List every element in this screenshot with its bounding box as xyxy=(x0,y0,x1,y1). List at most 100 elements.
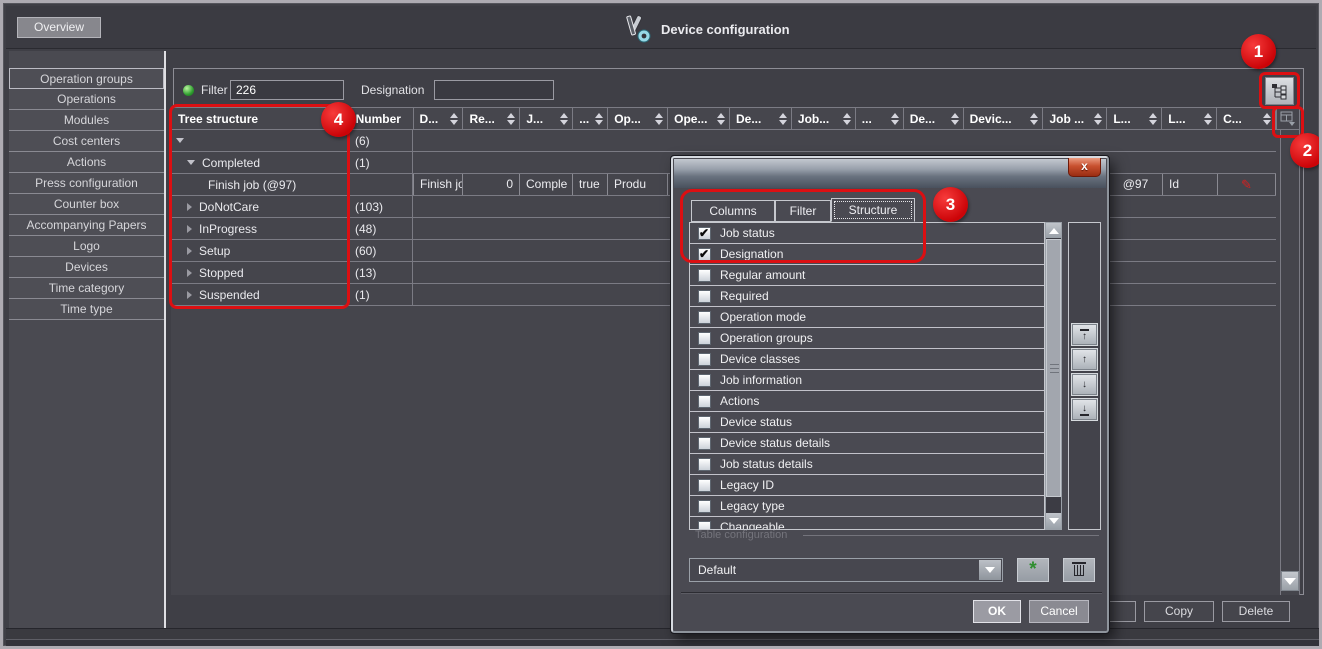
column-checkbox-row[interactable]: Required xyxy=(690,286,1044,307)
sidebar-item[interactable]: Operations xyxy=(9,89,164,110)
column-header[interactable]: L... xyxy=(1107,108,1162,129)
sidebar-item[interactable]: Counter box xyxy=(9,194,164,215)
table-scroll-down-button[interactable] xyxy=(1281,571,1299,591)
column-header[interactable]: Ope... xyxy=(668,108,730,129)
checkbox[interactable] xyxy=(698,458,711,471)
checkbox[interactable] xyxy=(698,332,711,345)
column-header[interactable]: Job... xyxy=(792,108,856,129)
sort-icon[interactable] xyxy=(507,113,515,125)
sidebar-item[interactable]: Devices xyxy=(9,257,164,278)
column-header[interactable]: De... xyxy=(904,108,964,129)
arrow-down-icon xyxy=(1284,578,1296,585)
ok-button[interactable]: OK xyxy=(973,600,1021,623)
sort-icon[interactable] xyxy=(951,113,959,125)
sort-icon[interactable] xyxy=(1263,113,1271,125)
sort-icon[interactable] xyxy=(450,113,458,125)
sidebar-item-label: Modules xyxy=(64,113,109,127)
sort-icon[interactable] xyxy=(891,113,899,125)
reorder-button-panel: ↑ ↑ ↓ ↓ xyxy=(1068,222,1101,530)
sort-icon[interactable] xyxy=(779,113,787,125)
column-checkbox-row[interactable]: Job information xyxy=(690,370,1044,391)
column-header[interactable]: D... xyxy=(414,108,464,129)
move-to-bottom-button[interactable]: ↓ xyxy=(1072,399,1097,420)
checkbox[interactable] xyxy=(698,374,711,387)
column-header[interactable]: Devic... xyxy=(964,108,1044,129)
delete-button[interactable]: Delete xyxy=(1222,601,1290,622)
sidebar-item[interactable]: Operation groups xyxy=(9,68,164,89)
sidebar-item-label: Time category xyxy=(49,281,125,295)
list-scroll-down-button[interactable] xyxy=(1046,513,1061,529)
column-checkbox-row[interactable]: Device classes xyxy=(690,349,1044,370)
sidebar-item-label: Press configuration xyxy=(35,176,138,190)
save-configuration-button[interactable]: * xyxy=(1017,558,1049,582)
sort-icon[interactable] xyxy=(595,113,603,125)
sort-icon[interactable] xyxy=(1149,113,1157,125)
column-header[interactable]: L... xyxy=(1162,108,1217,129)
dialog-list-scrollbar[interactable] xyxy=(1045,222,1062,530)
column-checkbox-row[interactable]: Operation mode xyxy=(690,307,1044,328)
table-vertical-scrollbar[interactable] xyxy=(1280,130,1300,595)
list-scroll-up-button[interactable] xyxy=(1046,223,1061,238)
column-header-label: De... xyxy=(910,112,935,126)
filter-label: Filter xyxy=(201,83,228,97)
table-configuration-select[interactable]: Default xyxy=(689,558,1003,582)
column-checkbox-row[interactable]: Device status xyxy=(690,412,1044,433)
sidebar-item[interactable]: Accompanying Papers xyxy=(9,215,164,236)
column-header[interactable]: ... xyxy=(573,108,608,129)
copy-button[interactable]: Copy xyxy=(1144,601,1214,622)
move-to-top-button[interactable]: ↑ xyxy=(1072,324,1097,345)
designation-input[interactable] xyxy=(434,80,554,100)
column-header[interactable]: Number xyxy=(350,108,414,129)
list-scroll-thumb[interactable] xyxy=(1046,239,1061,497)
delete-configuration-button[interactable] xyxy=(1063,558,1095,582)
filter-input[interactable] xyxy=(230,80,344,100)
checkbox[interactable] xyxy=(698,290,711,303)
cancel-button[interactable]: Cancel xyxy=(1029,600,1089,623)
column-header[interactable]: ... xyxy=(856,108,904,129)
column-checkbox-row[interactable]: Regular amount xyxy=(690,265,1044,286)
sidebar-item[interactable]: Press configuration xyxy=(9,173,164,194)
column-header[interactable]: Op... xyxy=(608,108,668,129)
column-checkbox-row[interactable]: Legacy ID xyxy=(690,475,1044,496)
star-icon: * xyxy=(1029,563,1036,577)
column-header[interactable]: J... xyxy=(520,108,573,129)
checkbox[interactable] xyxy=(698,500,711,513)
sidebar-item[interactable]: Time category xyxy=(9,278,164,299)
column-checkbox-row[interactable]: Job status details xyxy=(690,454,1044,475)
move-up-button[interactable]: ↑ xyxy=(1072,349,1097,370)
dialog-titlebar[interactable] xyxy=(674,159,1106,188)
sort-icon[interactable] xyxy=(843,113,851,125)
sidebar-item[interactable]: Time type xyxy=(9,299,164,320)
sort-icon[interactable] xyxy=(1094,113,1102,125)
dialog-close-button[interactable]: x xyxy=(1068,158,1101,177)
checkbox[interactable] xyxy=(698,395,711,408)
sidebar-item[interactable]: Logo xyxy=(9,236,164,257)
checkbox[interactable] xyxy=(698,269,711,282)
column-checkbox-row[interactable]: Operation groups xyxy=(690,328,1044,349)
sort-icon[interactable] xyxy=(1204,113,1212,125)
column-checkbox-row[interactable]: Device status details xyxy=(690,433,1044,454)
column-header-label: ... xyxy=(862,112,872,126)
combo-dropdown-button[interactable] xyxy=(979,560,1001,580)
sort-icon[interactable] xyxy=(1030,113,1038,125)
column-checkbox-row[interactable]: Legacy type xyxy=(690,496,1044,517)
column-header[interactable]: De... xyxy=(730,108,792,129)
column-checkbox-row[interactable]: Actions xyxy=(690,391,1044,412)
sidebar-item[interactable]: Modules xyxy=(9,110,164,131)
column-header[interactable]: Re... xyxy=(463,108,520,129)
sort-icon[interactable] xyxy=(560,113,568,125)
column-header[interactable]: Job ... xyxy=(1043,108,1107,129)
checkbox[interactable] xyxy=(698,353,711,366)
sort-icon[interactable] xyxy=(717,113,725,125)
checkbox[interactable] xyxy=(698,311,711,324)
checkbox[interactable] xyxy=(698,479,711,492)
sidebar-item[interactable]: Actions xyxy=(9,152,164,173)
sidebar-item[interactable]: Cost centers xyxy=(9,131,164,152)
column-header[interactable]: C... xyxy=(1217,108,1275,129)
checkbox[interactable] xyxy=(698,416,711,429)
move-down-button[interactable]: ↓ xyxy=(1072,374,1097,395)
sort-icon[interactable] xyxy=(655,113,663,125)
overview-button[interactable]: Overview xyxy=(17,17,101,38)
checkbox[interactable] xyxy=(698,437,711,450)
arrow-down-icon xyxy=(1049,518,1059,524)
